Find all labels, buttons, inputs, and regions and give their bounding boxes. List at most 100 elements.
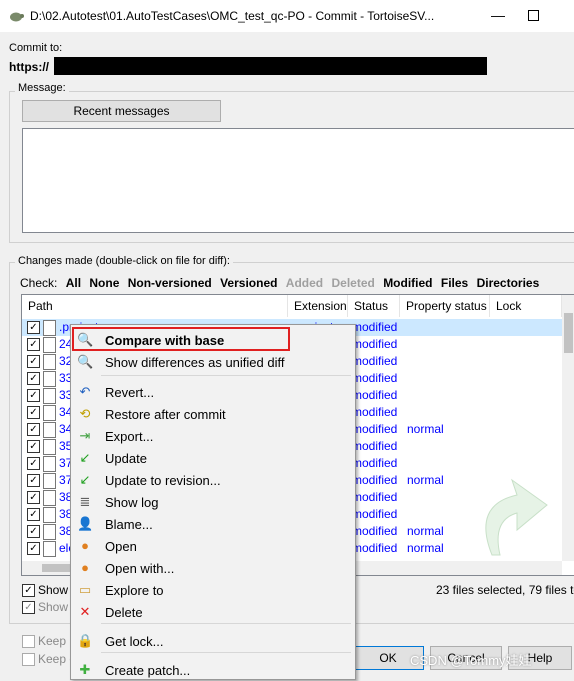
menu-item-show-log[interactable]: ≣ Show log: [71, 491, 353, 513]
menu-item-update[interactable]: ↙ Update: [71, 447, 353, 469]
blame-icon: 👤: [77, 516, 94, 531]
file-icon: [43, 337, 56, 353]
row-checkbox[interactable]: ✓: [27, 440, 40, 453]
row-checkbox[interactable]: ✓: [27, 321, 40, 334]
delete-icon: ✕: [79, 604, 91, 619]
row-checkbox[interactable]: ✓: [27, 508, 40, 521]
magnifier-diff-icon: 🔍: [77, 354, 94, 369]
recent-messages-button[interactable]: Recent messages: [22, 100, 221, 122]
menu-item-open[interactable]: ● Open: [71, 535, 353, 557]
row-checkbox[interactable]: ✓: [27, 406, 40, 419]
menu-item-label: Create patch...: [105, 663, 191, 678]
revert-icon: ↶: [79, 384, 91, 399]
vertical-scroll-thumb[interactable]: [564, 313, 573, 353]
checkbox[interactable]: [22, 653, 35, 667]
menu-item-label: Show differences as unified diff: [105, 355, 285, 370]
file-icon: [43, 490, 56, 506]
cell-status: modified: [352, 422, 398, 436]
check-versioned-link[interactable]: Versioned: [220, 276, 277, 290]
update-revision-icon: ↙: [79, 472, 91, 487]
menu-item-get-lock[interactable]: 🔒 Get lock...: [71, 630, 353, 652]
menu-item-open-with[interactable]: ● Open with...: [71, 557, 353, 579]
export-icon: ⇥: [79, 428, 91, 443]
menu-item-label: Update to revision...: [105, 473, 221, 488]
patch-icon: ✚: [79, 662, 91, 677]
column-header-extension[interactable]: Extension: [288, 295, 348, 317]
cell-status: modified: [352, 541, 398, 555]
highlight-annotation: [72, 327, 290, 351]
column-header-property-status[interactable]: Property status: [400, 295, 490, 317]
checkbox[interactable]: ✓: [22, 584, 35, 598]
checkbox[interactable]: [22, 635, 35, 649]
check-nonversioned-link[interactable]: Non-versioned: [128, 276, 212, 290]
column-header-path[interactable]: Path: [22, 295, 288, 317]
changes-group-label: Changes made (double-click on file for d…: [15, 255, 233, 267]
commit-message-input[interactable]: [22, 128, 574, 233]
watermark-text: CSDN @Tommy娃娃: [410, 653, 532, 668]
menu-item-restore-after-commit[interactable]: ⟲ Restore after commit: [71, 403, 353, 425]
open-icon: ●: [81, 538, 89, 553]
cell-status: modified: [352, 371, 398, 385]
file-icon: [43, 456, 56, 472]
vertical-scrollbar[interactable]: [562, 295, 574, 561]
cell-status: modified: [352, 473, 398, 487]
maximize-button[interactable]: [522, 4, 546, 28]
row-checkbox[interactable]: ✓: [27, 474, 40, 487]
lock-icon: 🔒: [77, 633, 94, 648]
cell-property-status: normal: [407, 422, 444, 436]
row-checkbox[interactable]: ✓: [27, 525, 40, 538]
menu-separator: [101, 652, 351, 653]
row-checkbox[interactable]: ✓: [27, 355, 40, 368]
check-directories-link[interactable]: Directories: [477, 276, 540, 290]
menu-item-update-to-revision[interactable]: ↙ Update to revision...: [71, 469, 353, 491]
file-icon: [43, 541, 56, 557]
menu-item-delete[interactable]: ✕ Delete: [71, 601, 353, 623]
row-checkbox[interactable]: ✓: [27, 372, 40, 385]
menu-item-label: Revert...: [105, 385, 155, 400]
check-all-link[interactable]: All: [66, 276, 81, 290]
menu-item-label: Open: [105, 539, 137, 554]
check-none-link[interactable]: None: [89, 276, 119, 290]
row-checkbox[interactable]: ✓: [27, 389, 40, 402]
menu-item-revert[interactable]: ↶ Revert...: [71, 381, 353, 403]
redacted-url-mask: [54, 57, 487, 75]
title-bar: D:\02.Autotest\01.AutoTestCases\OMC_test…: [0, 0, 574, 32]
row-checkbox[interactable]: ✓: [27, 457, 40, 470]
menu-separator: [101, 623, 351, 624]
update-icon: ↙: [79, 450, 91, 465]
column-header-status[interactable]: Status: [348, 295, 400, 317]
cell-property-status: normal: [407, 541, 444, 555]
file-icon: [43, 320, 56, 336]
maximize-icon: [528, 10, 539, 21]
minimize-button[interactable]: —: [486, 4, 510, 28]
file-icon: [43, 388, 56, 404]
row-checkbox[interactable]: ✓: [27, 423, 40, 436]
file-icon: [43, 439, 56, 455]
check-added-link: Added: [285, 276, 324, 290]
cell-status: modified: [352, 456, 398, 470]
menu-item-explore-to[interactable]: ▭ Explore to: [71, 579, 353, 601]
menu-item-show-differences-as-unified-diff[interactable]: 🔍 Show differences as unified diff: [71, 351, 353, 373]
menu-item-export[interactable]: ⇥ Export...: [71, 425, 353, 447]
tortoise-app-icon: [10, 12, 24, 22]
row-checkbox[interactable]: ✓: [27, 491, 40, 504]
check-deleted-link: Deleted: [331, 276, 375, 290]
row-checkbox[interactable]: ✓: [27, 338, 40, 351]
menu-item-label: Explore to: [105, 583, 164, 598]
menu-item-label: Delete: [105, 605, 143, 620]
menu-item-blame[interactable]: 👤 Blame...: [71, 513, 353, 535]
check-modified-link[interactable]: Modified: [383, 276, 432, 290]
column-header-lock[interactable]: Lock: [490, 295, 562, 317]
cell-status: modified: [352, 337, 398, 351]
message-group-label: Message:: [15, 82, 69, 94]
checkbox: ✓: [22, 601, 35, 615]
cell-status: modified: [352, 524, 398, 538]
commit-to-label: Commit to:: [9, 42, 63, 54]
check-label: Check:: [20, 276, 58, 290]
cell-status: modified: [352, 507, 398, 521]
menu-item-label: Restore after commit: [105, 407, 226, 422]
check-files-link[interactable]: Files: [441, 276, 468, 290]
keep-changelists-option[interactable]: Keep c: [22, 652, 75, 667]
cell-status: modified: [352, 439, 398, 453]
row-checkbox[interactable]: ✓: [27, 542, 40, 555]
